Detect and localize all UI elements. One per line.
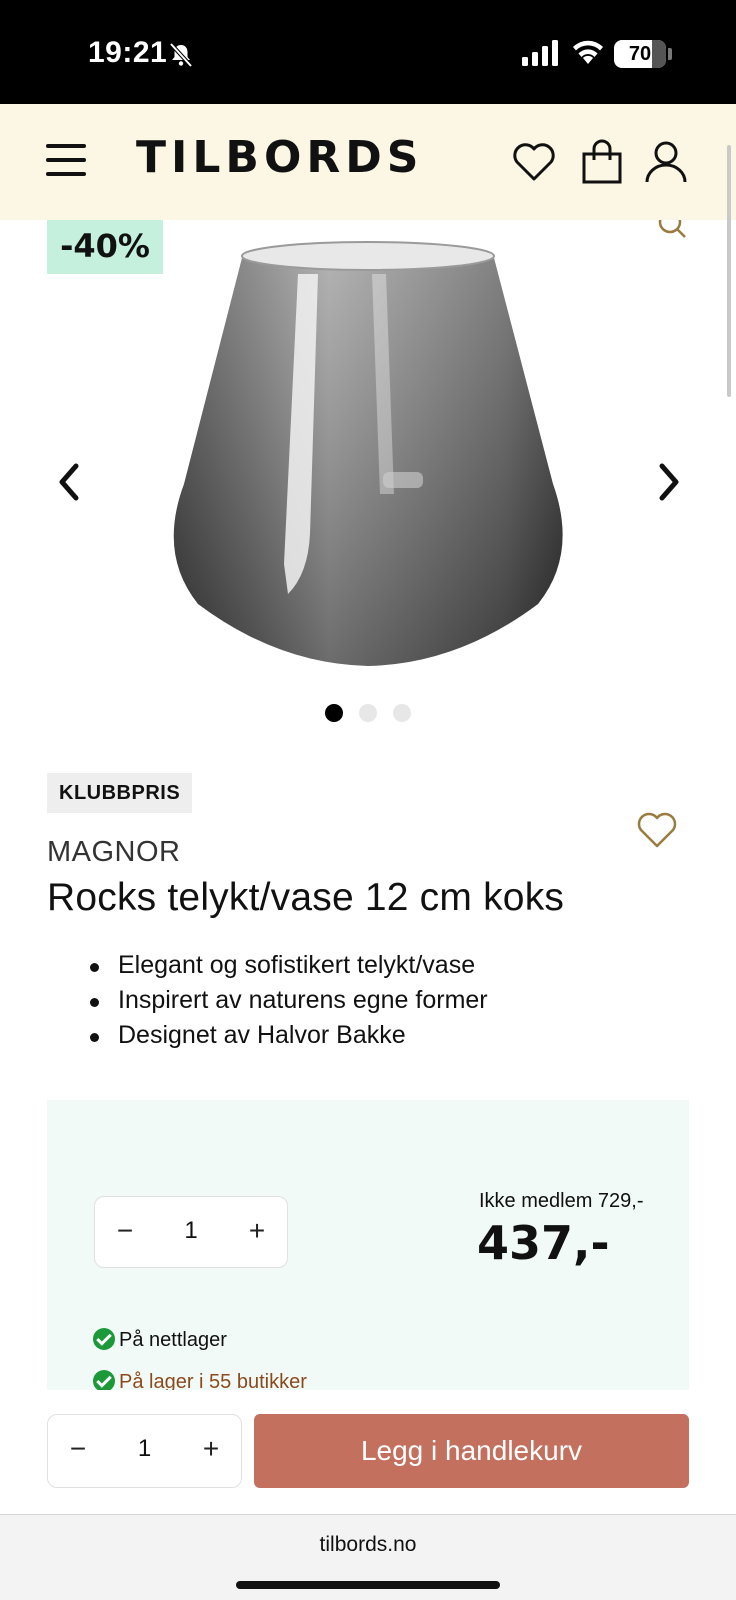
status-bar: 19:21 70 bbox=[0, 0, 736, 104]
user-icon[interactable] bbox=[642, 138, 690, 186]
site-logo[interactable]: TILBORDS bbox=[136, 132, 423, 183]
site-header: TILBORDS bbox=[0, 104, 736, 220]
member-price: 437,- bbox=[477, 1216, 610, 1270]
feature-item: Designet av Halvor Bakke bbox=[88, 1018, 488, 1053]
slide-dot-3[interactable] bbox=[393, 704, 412, 722]
product-brand[interactable]: MAGNOR bbox=[47, 836, 181, 869]
heart-icon[interactable] bbox=[510, 138, 558, 186]
product-title: Rocks telykt/vase 12 cm koks bbox=[47, 876, 565, 919]
club-price-badge: KLUBBPRIS bbox=[47, 773, 193, 813]
price-panel: − 1 + Ikke medlem 729,- 437,- På nettlag… bbox=[47, 1100, 689, 1390]
home-indicator[interactable] bbox=[236, 1581, 500, 1589]
slide-dots bbox=[0, 704, 736, 724]
stock-stores[interactable]: På lager i 55 butikker bbox=[93, 1370, 307, 1390]
check-icon bbox=[93, 1328, 115, 1350]
stock-stores-link[interactable]: På lager i 55 butikker bbox=[119, 1371, 307, 1390]
quantity-stepper: − 1 + bbox=[94, 1196, 288, 1268]
sticky-increase-button[interactable]: + bbox=[181, 1415, 241, 1487]
browser-bar: tilbords.no bbox=[0, 1514, 736, 1600]
quantity-value[interactable]: 1 bbox=[155, 1197, 227, 1267]
feature-item: Elegant og sofistikert telykt/vase bbox=[88, 948, 488, 983]
battery-nub bbox=[668, 48, 672, 60]
battery-indicator: 70 bbox=[614, 40, 666, 68]
slide-dot-2[interactable] bbox=[359, 704, 377, 722]
sticky-quantity-stepper: − 1 + bbox=[47, 1414, 242, 1488]
feature-list: Elegant og sofistikert telykt/vase Inspi… bbox=[88, 948, 488, 1053]
wishlist-heart-icon[interactable] bbox=[636, 810, 678, 850]
sticky-decrease-button[interactable]: − bbox=[48, 1415, 108, 1487]
slide-dot-1[interactable] bbox=[324, 704, 343, 722]
sticky-cart-bar: − 1 + Legg i handlekurv bbox=[0, 1390, 736, 1514]
stock-online: På nettlager bbox=[93, 1328, 227, 1352]
url-field[interactable]: tilbords.no bbox=[0, 1533, 736, 1557]
bell-muted-icon bbox=[169, 42, 193, 68]
decrease-quantity-button[interactable]: − bbox=[95, 1197, 155, 1267]
stock-online-label: På nettlager bbox=[119, 1329, 227, 1351]
product-gallery: -40% bbox=[0, 220, 736, 740]
feature-item: Inspirert av naturens egne former bbox=[88, 983, 488, 1018]
discount-badge: -40% bbox=[47, 220, 163, 274]
chevron-left-icon[interactable] bbox=[50, 460, 90, 504]
add-to-cart-button[interactable]: Legg i handlekurv bbox=[254, 1414, 689, 1488]
cellular-signal-icon bbox=[522, 40, 558, 66]
status-time: 19:21 bbox=[88, 36, 168, 69]
zoom-icon[interactable] bbox=[658, 220, 688, 242]
increase-quantity-button[interactable]: + bbox=[227, 1197, 287, 1267]
shopping-bag-icon[interactable] bbox=[578, 138, 626, 186]
nonmember-price: Ikke medlem 729,- bbox=[479, 1190, 644, 1212]
menu-icon[interactable] bbox=[46, 144, 86, 178]
product-image[interactable] bbox=[158, 234, 578, 684]
wifi-icon bbox=[573, 40, 603, 64]
battery-level: 70 bbox=[628, 43, 652, 65]
check-icon bbox=[93, 1370, 115, 1390]
chevron-right-icon[interactable] bbox=[648, 460, 688, 504]
sticky-quantity-value[interactable]: 1 bbox=[108, 1415, 181, 1487]
